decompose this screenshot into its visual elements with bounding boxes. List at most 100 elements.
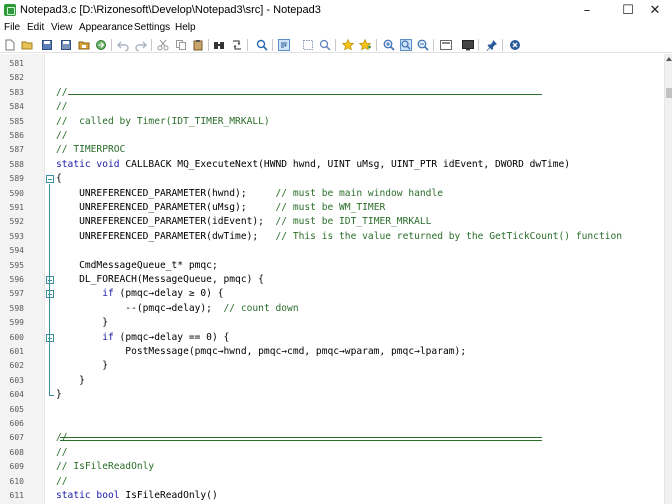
editor-pane[interactable]: 581 582 583 584 585 586 587 588 589 590 591 592 593 5…	[0, 54, 664, 504]
toolbar-separator	[247, 39, 248, 51]
menu-bar: File Edit View Appearance Settings Help	[0, 21, 672, 37]
scroll-up-arrow-icon[interactable]	[666, 56, 672, 62]
save-as-icon[interactable]	[60, 39, 72, 51]
code-line[interactable]: UNREFERENCED_PARAMETER(hwnd); // must be…	[56, 187, 443, 201]
code-line[interactable]: }	[56, 359, 108, 373]
menu-file[interactable]: File	[4, 22, 20, 33]
line-number: 587	[9, 145, 24, 155]
line-number: 610	[9, 476, 24, 486]
code-line[interactable]: CmdMessageQueue_t* pmqc;	[56, 259, 218, 273]
vertical-scrollbar[interactable]	[664, 54, 672, 504]
fold-toggle-icon[interactable]	[46, 175, 54, 184]
code-line[interactable]: //	[56, 446, 68, 460]
whitespace-icon[interactable]	[302, 39, 314, 51]
scheme-icon[interactable]	[440, 39, 452, 51]
minimize-button[interactable]: –	[570, 0, 604, 21]
zoom-reset-icon[interactable]	[400, 39, 412, 51]
code-text: }	[56, 389, 62, 401]
paste-icon[interactable]	[192, 39, 204, 51]
line-number: 584	[9, 102, 24, 112]
notepad3-app-icon[interactable]	[4, 4, 16, 16]
menu-edit[interactable]: Edit	[27, 22, 44, 33]
code-line[interactable]: UNREFERENCED_PARAMETER(idEvent); // must…	[56, 215, 431, 229]
code-comment: //	[56, 86, 68, 98]
code-line[interactable]: UNREFERENCED_PARAMETER(uMsg); // must be…	[56, 201, 385, 215]
code-line[interactable]: DL_FOREACH(MessageQueue, pmqc) {	[56, 273, 264, 287]
code-line[interactable]: --(pmqc→delay); // count down	[56, 302, 298, 316]
code-text: }	[56, 360, 108, 372]
code-line[interactable]: //	[56, 475, 68, 489]
replace-icon[interactable]	[231, 39, 243, 51]
line-number: 582	[9, 73, 24, 83]
browse-icon[interactable]	[78, 39, 90, 51]
toolbar-separator	[478, 39, 479, 51]
screen-icon[interactable]	[462, 39, 474, 51]
comment-separator-rule	[68, 93, 542, 95]
menu-view[interactable]: View	[51, 22, 73, 33]
code-text: }	[56, 374, 85, 386]
pin-icon[interactable]	[486, 39, 498, 51]
scrollbar-thumb[interactable]	[666, 88, 672, 98]
toolbar-separator	[376, 39, 377, 51]
fold-toggle-icon[interactable]	[46, 333, 54, 342]
line-number-gutter: 581 582 583 584 585 586 587 588 589 590 591 592 593 5…	[0, 54, 45, 504]
code-line[interactable]: if (pmqc→delay == 0) {	[56, 331, 229, 345]
save-icon[interactable]	[41, 39, 53, 51]
new-file-icon[interactable]	[4, 39, 16, 51]
code-line[interactable]: //	[56, 129, 68, 143]
code-keyword: static void	[56, 158, 126, 170]
code-line[interactable]: // TIMERPROC	[56, 143, 125, 157]
code-comment: // must be main window handle	[275, 187, 444, 199]
code-line[interactable]: //	[56, 431, 68, 445]
zoom-in-icon[interactable]	[383, 39, 395, 51]
code-text: (pmqc→delay == 0) {	[119, 331, 230, 343]
code-line[interactable]: }	[56, 316, 108, 330]
line-number: 583	[9, 87, 24, 97]
code-line[interactable]: // called by Timer(IDT_TIMER_MRKALL)	[56, 115, 270, 129]
word-wrap-icon[interactable]	[278, 39, 290, 51]
comment-separator-rule	[60, 440, 542, 442]
code-comment: // IsFileReadOnly	[56, 461, 155, 473]
menu-settings[interactable]: Settings	[134, 22, 170, 33]
bookmark-icon[interactable]	[342, 39, 354, 51]
code-line[interactable]: // IsFileReadOnly	[56, 460, 154, 474]
bookmark-add-icon[interactable]	[359, 39, 371, 51]
toolbar-separator	[111, 39, 112, 51]
copy-icon[interactable]	[175, 39, 187, 51]
open-file-icon[interactable]	[21, 39, 33, 51]
code-keyword: if	[102, 288, 120, 300]
fold-toggle-icon[interactable]	[46, 276, 54, 284]
zoom-out-icon[interactable]	[417, 39, 429, 51]
line-number: 598	[9, 303, 24, 313]
fold-toggle-icon[interactable]	[46, 290, 54, 299]
code-line[interactable]: }	[56, 374, 85, 388]
code-line[interactable]: {	[56, 172, 62, 186]
menu-help[interactable]: Help	[175, 22, 196, 33]
recent-icon[interactable]	[95, 39, 107, 51]
undo-icon[interactable]	[117, 39, 129, 51]
toolbar-separator	[151, 39, 152, 51]
code-line[interactable]: UNREFERENCED_PARAMETER(dwTime); // This …	[56, 230, 622, 244]
cut-icon[interactable]	[157, 39, 169, 51]
fold-guide	[49, 184, 50, 396]
exit-icon[interactable]	[509, 39, 521, 51]
code-comment: //	[56, 446, 68, 458]
find-icon[interactable]	[213, 39, 225, 51]
code-line[interactable]: PostMessage(pmqc→hwnd, pmqc→cmd, pmqc→wp…	[56, 345, 466, 359]
code-line[interactable]: //	[56, 100, 68, 114]
close-button[interactable]: ✕	[638, 0, 672, 21]
code-text: CALLBACK MQ_ExecuteNext(HWND hwnd, UINT …	[125, 158, 571, 170]
code-line[interactable]: static void CALLBACK MQ_ExecuteNext(HWND…	[56, 158, 570, 172]
code-line[interactable]: }	[56, 388, 62, 402]
line-number: 611	[9, 491, 24, 500]
menu-appearance[interactable]: Appearance	[79, 22, 133, 33]
zoom-search-icon[interactable]	[319, 39, 331, 51]
goto-icon[interactable]	[256, 39, 268, 51]
line-number: 581	[9, 59, 24, 68]
code-line[interactable]: static bool IsFileReadOnly()	[56, 489, 218, 503]
code-line[interactable]: if (pmqc→delay ≥ 0) {	[56, 287, 223, 301]
redo-icon[interactable]	[135, 39, 147, 51]
line-number: 586	[9, 131, 24, 140]
code-line[interactable]: //	[56, 86, 68, 100]
